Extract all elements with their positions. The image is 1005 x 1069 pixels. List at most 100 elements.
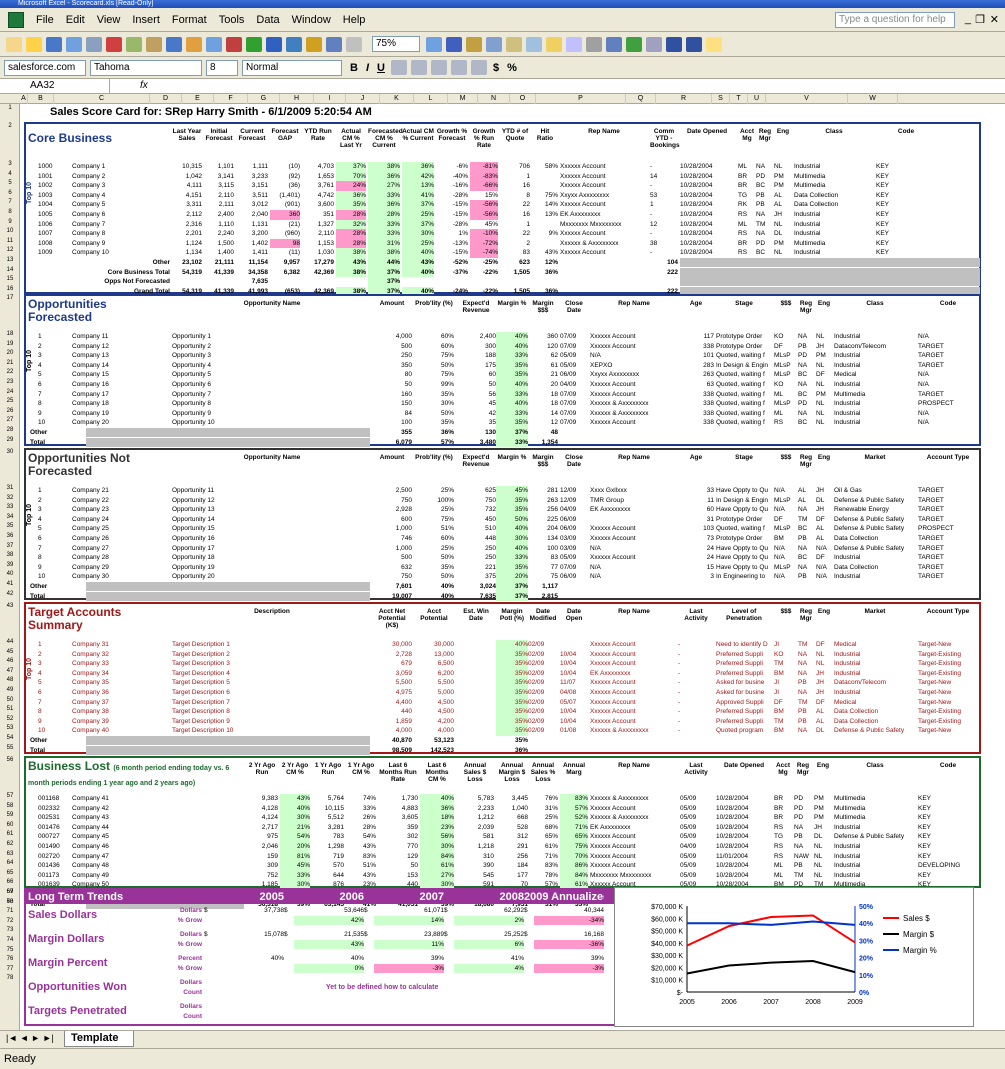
sort-asc-icon[interactable] xyxy=(346,36,362,52)
name-box[interactable]: AA32 xyxy=(0,79,110,94)
row-header[interactable]: 61 xyxy=(0,830,20,840)
spelling-icon[interactable] xyxy=(146,36,162,52)
row-header[interactable]: 77 xyxy=(0,965,20,975)
question-input[interactable]: Type a question for help xyxy=(835,12,955,28)
table-row[interactable]: 7 Company 27 Opportunity 17 1,000 25% 250 40% 1… xyxy=(26,543,979,554)
table-row[interactable]: 001490 Company 46 2,046 20% 1,298 43% 770 30% 1,… xyxy=(26,842,979,852)
column-header[interactable]: M xyxy=(448,94,478,104)
table-row[interactable]: 002332 Company 42 4,128 40% 10,115 33% 4,883 36… xyxy=(26,803,979,814)
align-left-icon[interactable] xyxy=(390,60,407,75)
table-row[interactable]: 1000 Company 1 10,315 1,101 1,111 (10) 4,703 37… xyxy=(26,162,979,172)
row-header[interactable]: 13 xyxy=(0,256,20,266)
row-header[interactable]: 50 xyxy=(0,696,20,706)
table-row[interactable]: 001168 Company 41 9,383 43% 5,764 74% 1,730 40%… xyxy=(26,794,979,804)
undo-icon[interactable] xyxy=(266,36,282,52)
row-header[interactable]: 34 xyxy=(0,513,20,523)
column-header[interactable]: A xyxy=(20,94,28,104)
table-row[interactable]: 5 Company 35 Target Description 5 5,500 5,50… xyxy=(26,678,979,688)
row-header[interactable]: 47 xyxy=(0,667,20,677)
close-icon[interactable]: ✕ xyxy=(990,13,999,26)
row-header[interactable]: 10 xyxy=(0,227,20,237)
fit-icon[interactable] xyxy=(470,60,487,75)
row-header[interactable]: 19 xyxy=(0,340,20,350)
row-header[interactable]: 5 xyxy=(0,179,20,189)
bold-button[interactable]: B xyxy=(350,62,358,74)
menu-file[interactable]: File xyxy=(36,14,54,26)
row-header[interactable]: 20 xyxy=(0,349,20,359)
row-header[interactable]: 22 xyxy=(0,368,20,378)
table-row[interactable]: 10 Company 20 Opportunity 10 100 35% 35 35% 12 0… xyxy=(26,418,979,428)
table-row[interactable]: 4 Company 24 Opportunity 14 600 75% 450 50% 225… xyxy=(26,514,979,525)
table-row[interactable]: 6 Company 26 Opportunity 16 746 60% 448 30% 134… xyxy=(26,534,979,544)
column-header[interactable]: O xyxy=(510,94,536,104)
row-header[interactable]: 75 xyxy=(0,946,20,956)
drawing-icon[interactable] xyxy=(466,36,482,52)
email-icon[interactable] xyxy=(86,36,102,52)
column-header[interactable]: B xyxy=(28,94,54,104)
table-row[interactable]: 3 Company 33 Target Description 3 679 6,500 3… xyxy=(26,659,979,669)
review-icon[interactable] xyxy=(586,36,602,52)
row-header[interactable]: 1 xyxy=(0,104,20,114)
row-header[interactable]: 62 xyxy=(0,840,20,850)
table-row[interactable]: 5 Company 15 Opportunity 5 80 75% 60 35% 21 06/0… xyxy=(26,370,979,380)
table-row[interactable]: 1 Company 21 Opportunity 11 2,500 25% 625 45% 2… xyxy=(26,486,979,496)
copy-icon[interactable] xyxy=(206,36,222,52)
row-header[interactable]: 27 xyxy=(0,416,20,426)
row-header[interactable]: 30 xyxy=(0,448,20,458)
column-header[interactable]: P xyxy=(536,94,626,104)
row-header[interactable]: 74 xyxy=(0,936,20,946)
column-header[interactable]: J xyxy=(346,94,380,104)
row-header[interactable]: 48 xyxy=(0,676,20,686)
format-painter-icon[interactable] xyxy=(246,36,262,52)
row-header[interactable]: 25 xyxy=(0,397,20,407)
table-row[interactable]: 6 Company 16 Opportunity 6 50 99% 50 40% 20 04/0… xyxy=(26,380,979,390)
row-header[interactable]: 53 xyxy=(0,724,20,734)
form-icon[interactable] xyxy=(526,36,542,52)
table-row[interactable]: 001173 Company 49 752 33% 644 43% 153 27% 545 177… xyxy=(26,870,979,881)
table-row[interactable]: 002531 Company 43 4,124 30% 5,512 26% 3,605 18%… xyxy=(26,813,979,823)
column-header[interactable]: I xyxy=(314,94,346,104)
row-header[interactable]: 16 xyxy=(0,285,20,295)
row-header[interactable]: 23 xyxy=(0,378,20,388)
zoom-select[interactable]: 75% xyxy=(372,36,420,52)
column-header[interactable]: K xyxy=(380,94,414,104)
table-row[interactable]: 7 Company 37 Target Description 7 4,400 4,50… xyxy=(26,697,979,708)
row-header[interactable]: 56 xyxy=(0,756,20,766)
preview-icon[interactable] xyxy=(126,36,142,52)
table-row[interactable]: 1003 Company 4 4,151 2,110 3,511 (1,401) 4,742… xyxy=(26,190,979,201)
print-icon[interactable] xyxy=(106,36,122,52)
excel-icon[interactable] xyxy=(8,11,24,28)
row-header[interactable]: 26 xyxy=(0,407,20,417)
row-header[interactable]: 4 xyxy=(0,170,20,180)
track-icon[interactable] xyxy=(566,36,582,52)
row-header[interactable]: 71 xyxy=(0,907,20,917)
column-header[interactable]: G xyxy=(248,94,280,104)
menu-format[interactable]: Format xyxy=(172,14,207,26)
column-header[interactable]: L xyxy=(414,94,448,104)
help-icon[interactable] xyxy=(426,36,442,52)
paste-icon[interactable] xyxy=(226,36,242,52)
save-icon[interactable] xyxy=(46,36,62,52)
table-row[interactable]: 9 Company 19 Opportunity 9 84 50% 42 33% 14 07/0… xyxy=(26,408,979,419)
row-header[interactable]: 8 xyxy=(0,208,20,218)
font-select[interactable]: Tahoma xyxy=(90,59,202,76)
row-header[interactable]: 37 xyxy=(0,542,20,552)
row-header[interactable]: 43 xyxy=(0,602,20,612)
row-header[interactable]: 46 xyxy=(0,657,20,667)
row-header[interactable]: 52 xyxy=(0,715,20,725)
column-header[interactable]: C xyxy=(54,94,150,104)
row-header[interactable]: 51 xyxy=(0,705,20,715)
row-header[interactable]: 18 xyxy=(0,330,20,340)
table-row[interactable]: 1009 Company 10 1,134 1,400 1,411 (11) 1,030 38… xyxy=(26,248,979,258)
row-header[interactable]: 38 xyxy=(0,551,20,561)
row-header[interactable]: 73 xyxy=(0,926,20,936)
table-row[interactable]: 1 Company 31 Target Description 1 30,000 30,… xyxy=(26,640,979,650)
open-icon[interactable] xyxy=(26,36,42,52)
fx-icon[interactable]: fx xyxy=(140,80,148,91)
row-header[interactable]: 39 xyxy=(0,561,20,571)
row-header[interactable]: 12 xyxy=(0,246,20,256)
table-row[interactable]: 2 Company 32 Target Description 2 2,728 13,0… xyxy=(26,649,979,660)
row-header[interactable]: 32 xyxy=(0,494,20,504)
style-select[interactable]: Normal xyxy=(242,59,342,76)
row-header[interactable]: 44 xyxy=(0,638,20,648)
